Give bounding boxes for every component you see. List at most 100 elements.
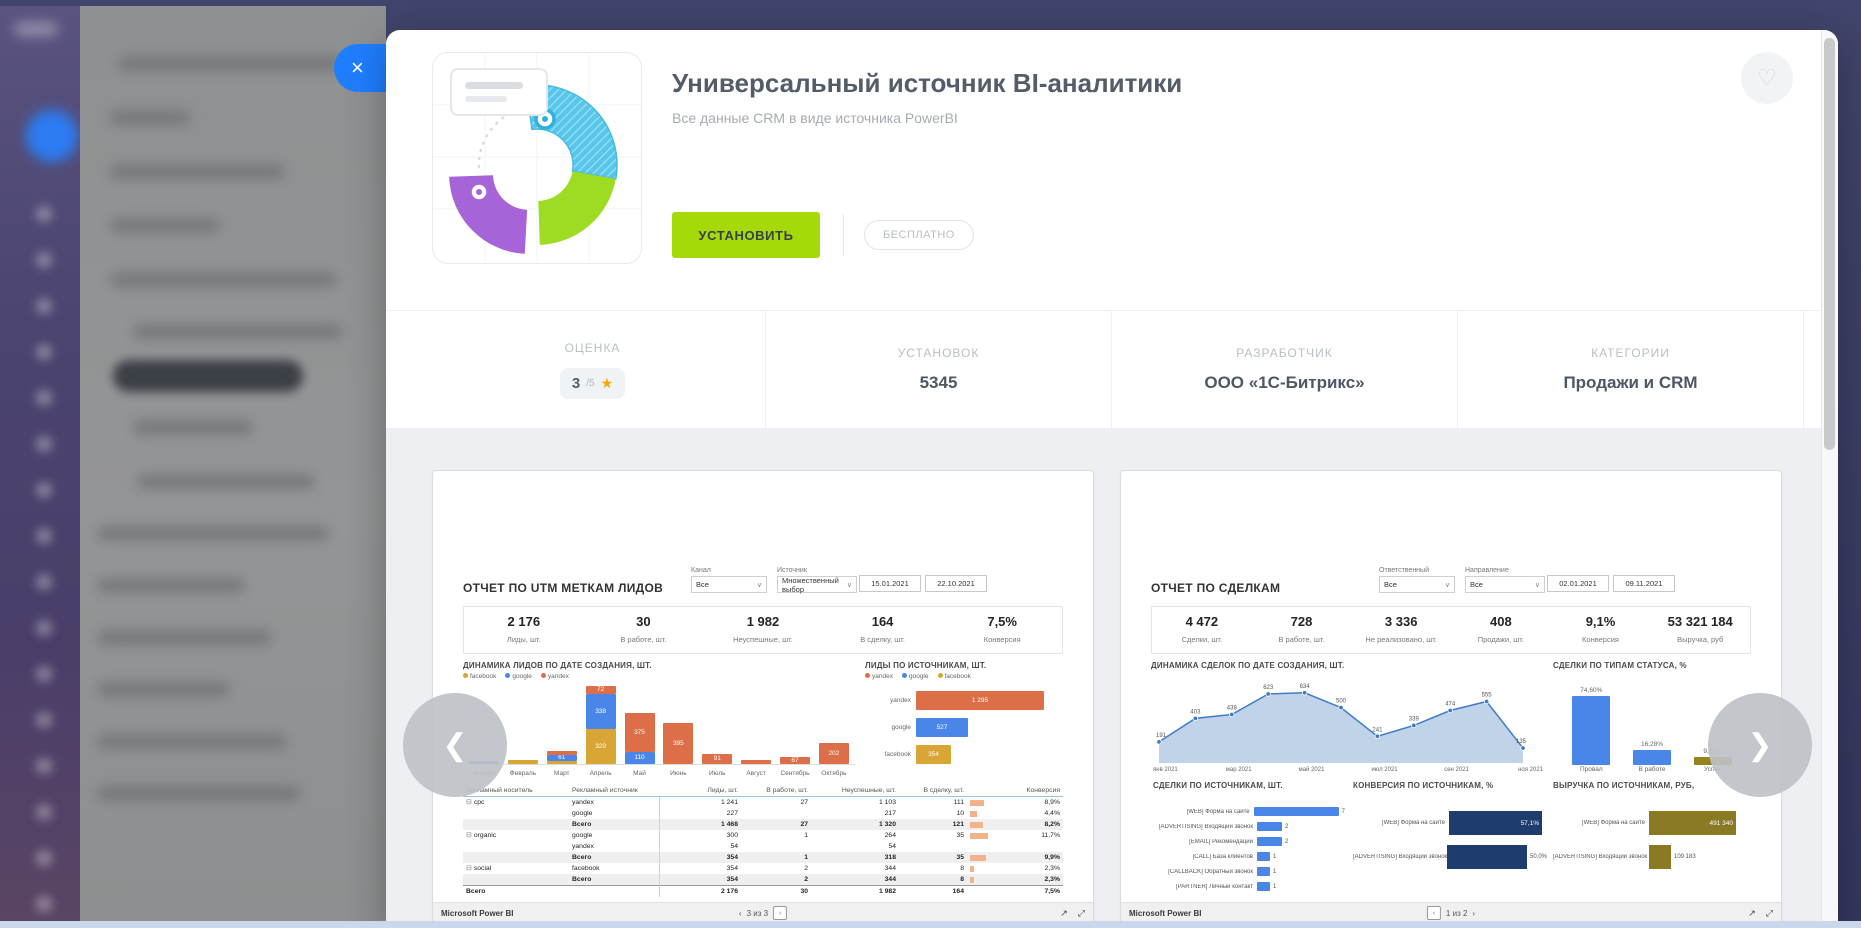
share-icon[interactable]: ↗ (1748, 908, 1756, 919)
sidebar-item[interactable] (110, 218, 220, 233)
rail-item-icon[interactable] (36, 528, 52, 544)
rail-item-icon[interactable] (36, 666, 52, 682)
filter-dropdown[interactable]: Множественный выбор ∨ (777, 576, 857, 593)
kpi-cell: 2 176Лиды, шт. (464, 614, 584, 647)
bar-segment-yandex: 91 (702, 754, 732, 764)
rail-item-icon[interactable] (36, 390, 52, 406)
screenshot-card-leads-report[interactable]: ОТЧЕТ ПО UTM МЕТКАМ ЛИДОВ Канал Все ∨ Ис… (432, 470, 1094, 924)
scrollbar-thumb[interactable] (1824, 38, 1835, 450)
rail-item-icon[interactable] (36, 206, 52, 222)
table-cell: 9,9% (967, 852, 1063, 863)
fullscreen-icon[interactable]: ⤢ (1766, 908, 1773, 919)
chevron-down-icon: ∨ (847, 581, 852, 589)
x-axis-label: Июнь (663, 770, 693, 777)
expander-icon[interactable]: ⊟ (466, 865, 472, 872)
table-cell: 1 (741, 852, 811, 863)
hbar-value: 7 (1342, 809, 1345, 815)
sidebar-item[interactable] (110, 110, 190, 125)
screenshot-card-deals-report[interactable]: ОТЧЕТ ПО СДЕЛКАМ Ответственный Все ∨ Нап… (1120, 470, 1782, 924)
rail-item-icon[interactable] (36, 344, 52, 360)
chart-title: ДИНАМИКА ЛИДОВ ПО ДАТЕ СОЗДАНИЯ, ШТ. (463, 661, 855, 670)
rail-item-icon[interactable] (36, 252, 52, 268)
scrollbar[interactable] (1821, 30, 1838, 928)
svg-text:438: 438 (1227, 705, 1238, 711)
sidebar-item[interactable] (97, 526, 329, 541)
carousel-next-button[interactable]: ❯ (1708, 693, 1812, 797)
rail-item-icon[interactable] (36, 574, 52, 590)
rail-item-icon[interactable] (36, 758, 52, 774)
fullscreen-icon[interactable]: ⤢ (1078, 908, 1085, 919)
rail-item-icon[interactable] (36, 482, 52, 498)
stats-row: ОЦЕНКА 3/5★ УСТАНОВОК 5345 РАЗРАБОТЧИК О… (420, 311, 1804, 428)
sidebar-item-selected[interactable] (113, 360, 303, 392)
sidebar-item[interactable] (137, 474, 315, 489)
table-cell: ⊟cpc (463, 797, 569, 809)
stat-value: 5345 (920, 373, 958, 393)
sidebar-item[interactable] (133, 324, 343, 339)
sidebar-item[interactable] (118, 56, 343, 71)
date-to-field[interactable]: 22.10.2021 (925, 575, 987, 592)
kpi-label: Лиды, шт. (507, 635, 541, 644)
rail-item-icon[interactable] (36, 436, 52, 452)
table-row: yandex5454 (463, 841, 1063, 852)
stat-label: РАЗРАБОТЧИК (1236, 346, 1333, 360)
legend-dot-icon (541, 673, 546, 678)
conversion-cell: 11,7% (970, 831, 1060, 840)
kpi-cell: 30В работе, шт. (584, 614, 704, 647)
filter-responsible: Ответственный Все ∨ (1379, 567, 1455, 593)
rail-item-icon[interactable] (36, 298, 52, 314)
svg-text:191: 191 (1156, 733, 1167, 739)
hbar-label: [CALLBACK] Обратный звонок (1153, 869, 1257, 875)
table-row: Всего2 176301 9821647,5% (463, 886, 1063, 898)
sidebar-item[interactable] (97, 578, 245, 593)
pager-next-button[interactable]: › (773, 906, 787, 920)
sidebar-item[interactable] (97, 786, 300, 801)
filter-label: Направление (1465, 567, 1545, 574)
x-axis-label: Сентябрь (780, 770, 810, 777)
favorite-button[interactable]: ♡ (1741, 52, 1793, 104)
conversion-value: 11,7% (1041, 831, 1060, 840)
rail-item-icon[interactable] (36, 804, 52, 820)
sidebar-item[interactable] (97, 682, 230, 697)
sidebar-item[interactable] (97, 734, 287, 749)
rail-item-icon[interactable] (36, 850, 52, 866)
table-cell (463, 874, 569, 886)
pager-prev-button[interactable]: ‹ (1427, 906, 1441, 920)
sidebar-item[interactable] (133, 420, 253, 435)
chart-title: ЛИДЫ ПО ИСТОЧНИКАМ, ШТ. (865, 661, 1063, 670)
kpi-strip: 4 472Сделки, шт.728В работе, шт.3 336Не … (1151, 606, 1751, 654)
filter-dropdown[interactable]: Все ∨ (1465, 576, 1545, 593)
hbar-value: 1 (1273, 854, 1276, 860)
x-axis-labels: ЯнварьФевральМартАпрельМайИюньИюльАвгуст… (463, 770, 855, 777)
table-row: Всего354234482,3% (463, 874, 1063, 886)
sidebar-item[interactable] (110, 272, 337, 287)
rail-item-icon[interactable] (36, 620, 52, 636)
svg-text:555: 555 (1482, 693, 1493, 699)
pager-text: 1 из 2 (1446, 909, 1467, 918)
conversion-cell: 8,2% (970, 820, 1060, 829)
expander-icon[interactable]: ⊟ (466, 799, 472, 806)
pager-next-button[interactable]: › (1472, 909, 1475, 918)
conversion-value: 8,2% (1045, 820, 1061, 829)
svg-text:634: 634 (1300, 684, 1311, 690)
kpi-cell: 164В сделку, шт. (823, 614, 943, 647)
pager-prev-button[interactable]: ‹ (739, 909, 742, 918)
sidebar-item[interactable] (97, 630, 272, 645)
rail-item-icon[interactable] (36, 896, 52, 912)
carousel-prev-button[interactable]: ❮ (403, 693, 507, 797)
rail-item-icon[interactable] (36, 712, 52, 728)
table-cell: 1 468 (659, 819, 741, 830)
share-icon[interactable]: ↗ (1060, 908, 1068, 919)
expander-icon[interactable]: ⊟ (466, 832, 472, 839)
install-button[interactable]: УСТАНОВИТЬ (672, 212, 820, 258)
kpi-value: 408 (1451, 614, 1551, 629)
filter-dropdown[interactable]: Все ∨ (1379, 576, 1455, 593)
filter-dropdown[interactable]: Все ∨ (691, 576, 767, 593)
table-cell: yandex (569, 841, 659, 852)
date-from-field[interactable]: 15.01.2021 (859, 575, 921, 592)
sidebar-item[interactable] (110, 164, 285, 179)
date-to-field[interactable]: 09.11.2021 (1613, 575, 1675, 592)
active-rail-item[interactable] (26, 110, 78, 162)
hbar-label: [CALL] База клиентов (1153, 854, 1257, 860)
date-from-field[interactable]: 02.01.2021 (1547, 575, 1609, 592)
